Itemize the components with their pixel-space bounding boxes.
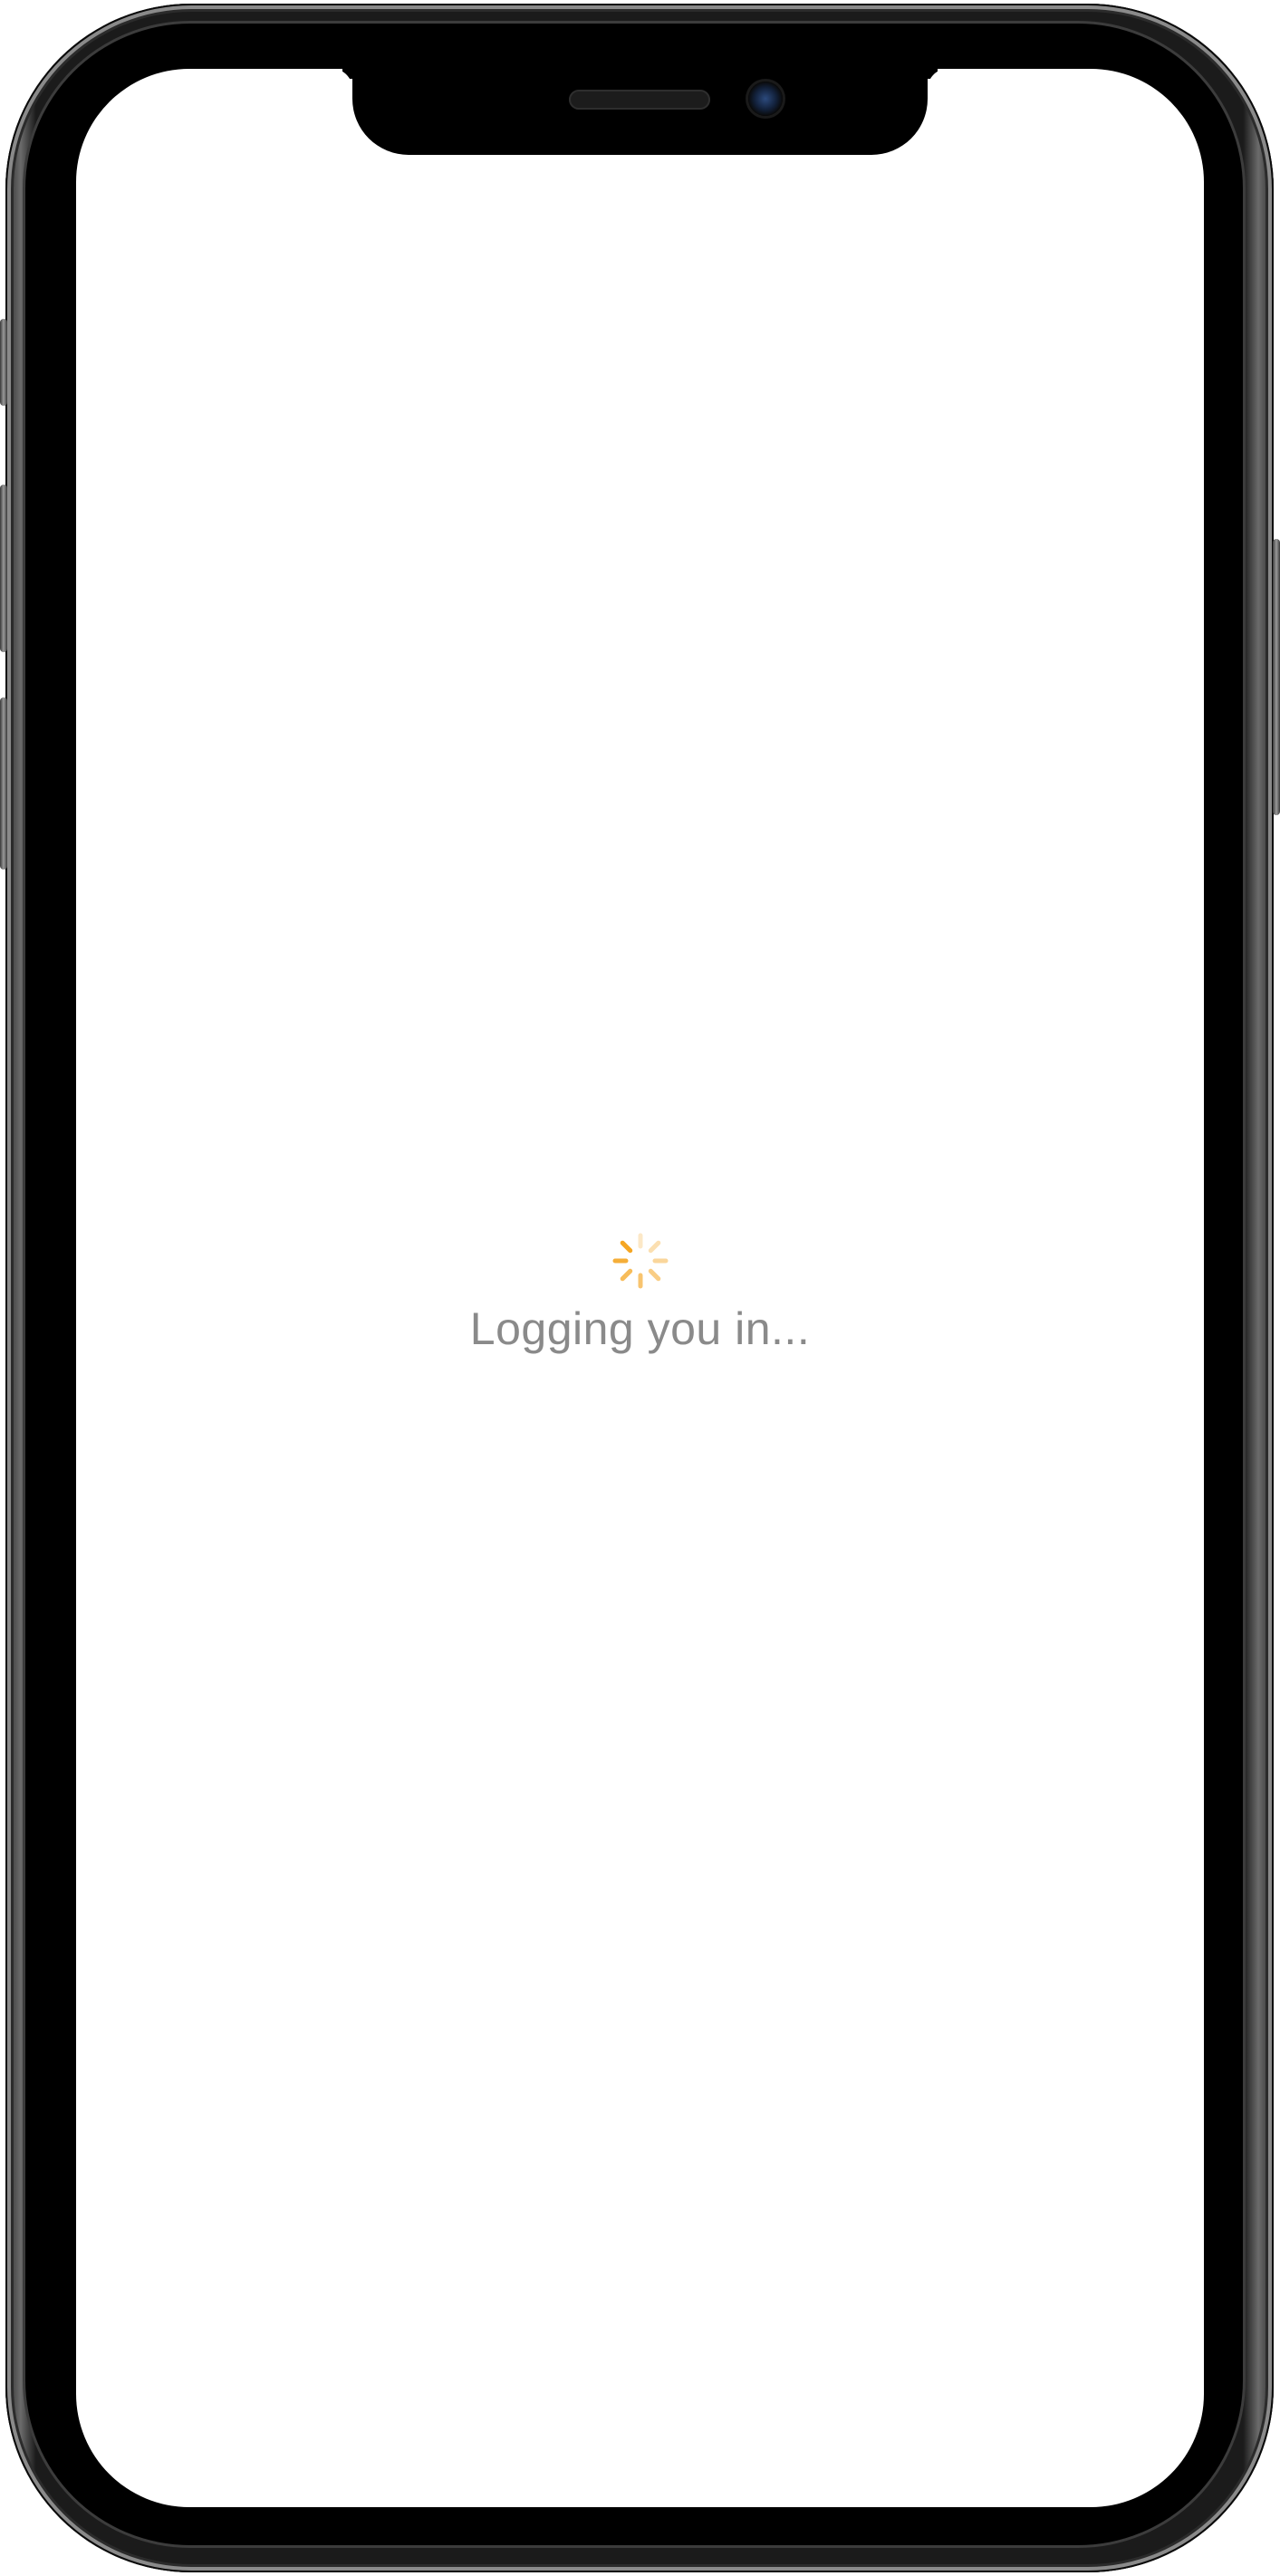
activity-spinner-icon xyxy=(612,1233,668,1289)
loading-message: Logging you in... xyxy=(469,1303,811,1354)
notch xyxy=(352,69,928,155)
login-loading-indicator: Logging you in... xyxy=(76,1232,1204,1355)
power-button xyxy=(1273,539,1280,815)
silent-switch xyxy=(0,319,7,406)
earpiece-speaker xyxy=(569,90,710,110)
volume-down-button xyxy=(0,697,7,870)
volume-up-button xyxy=(0,485,7,652)
front-camera xyxy=(748,82,783,116)
